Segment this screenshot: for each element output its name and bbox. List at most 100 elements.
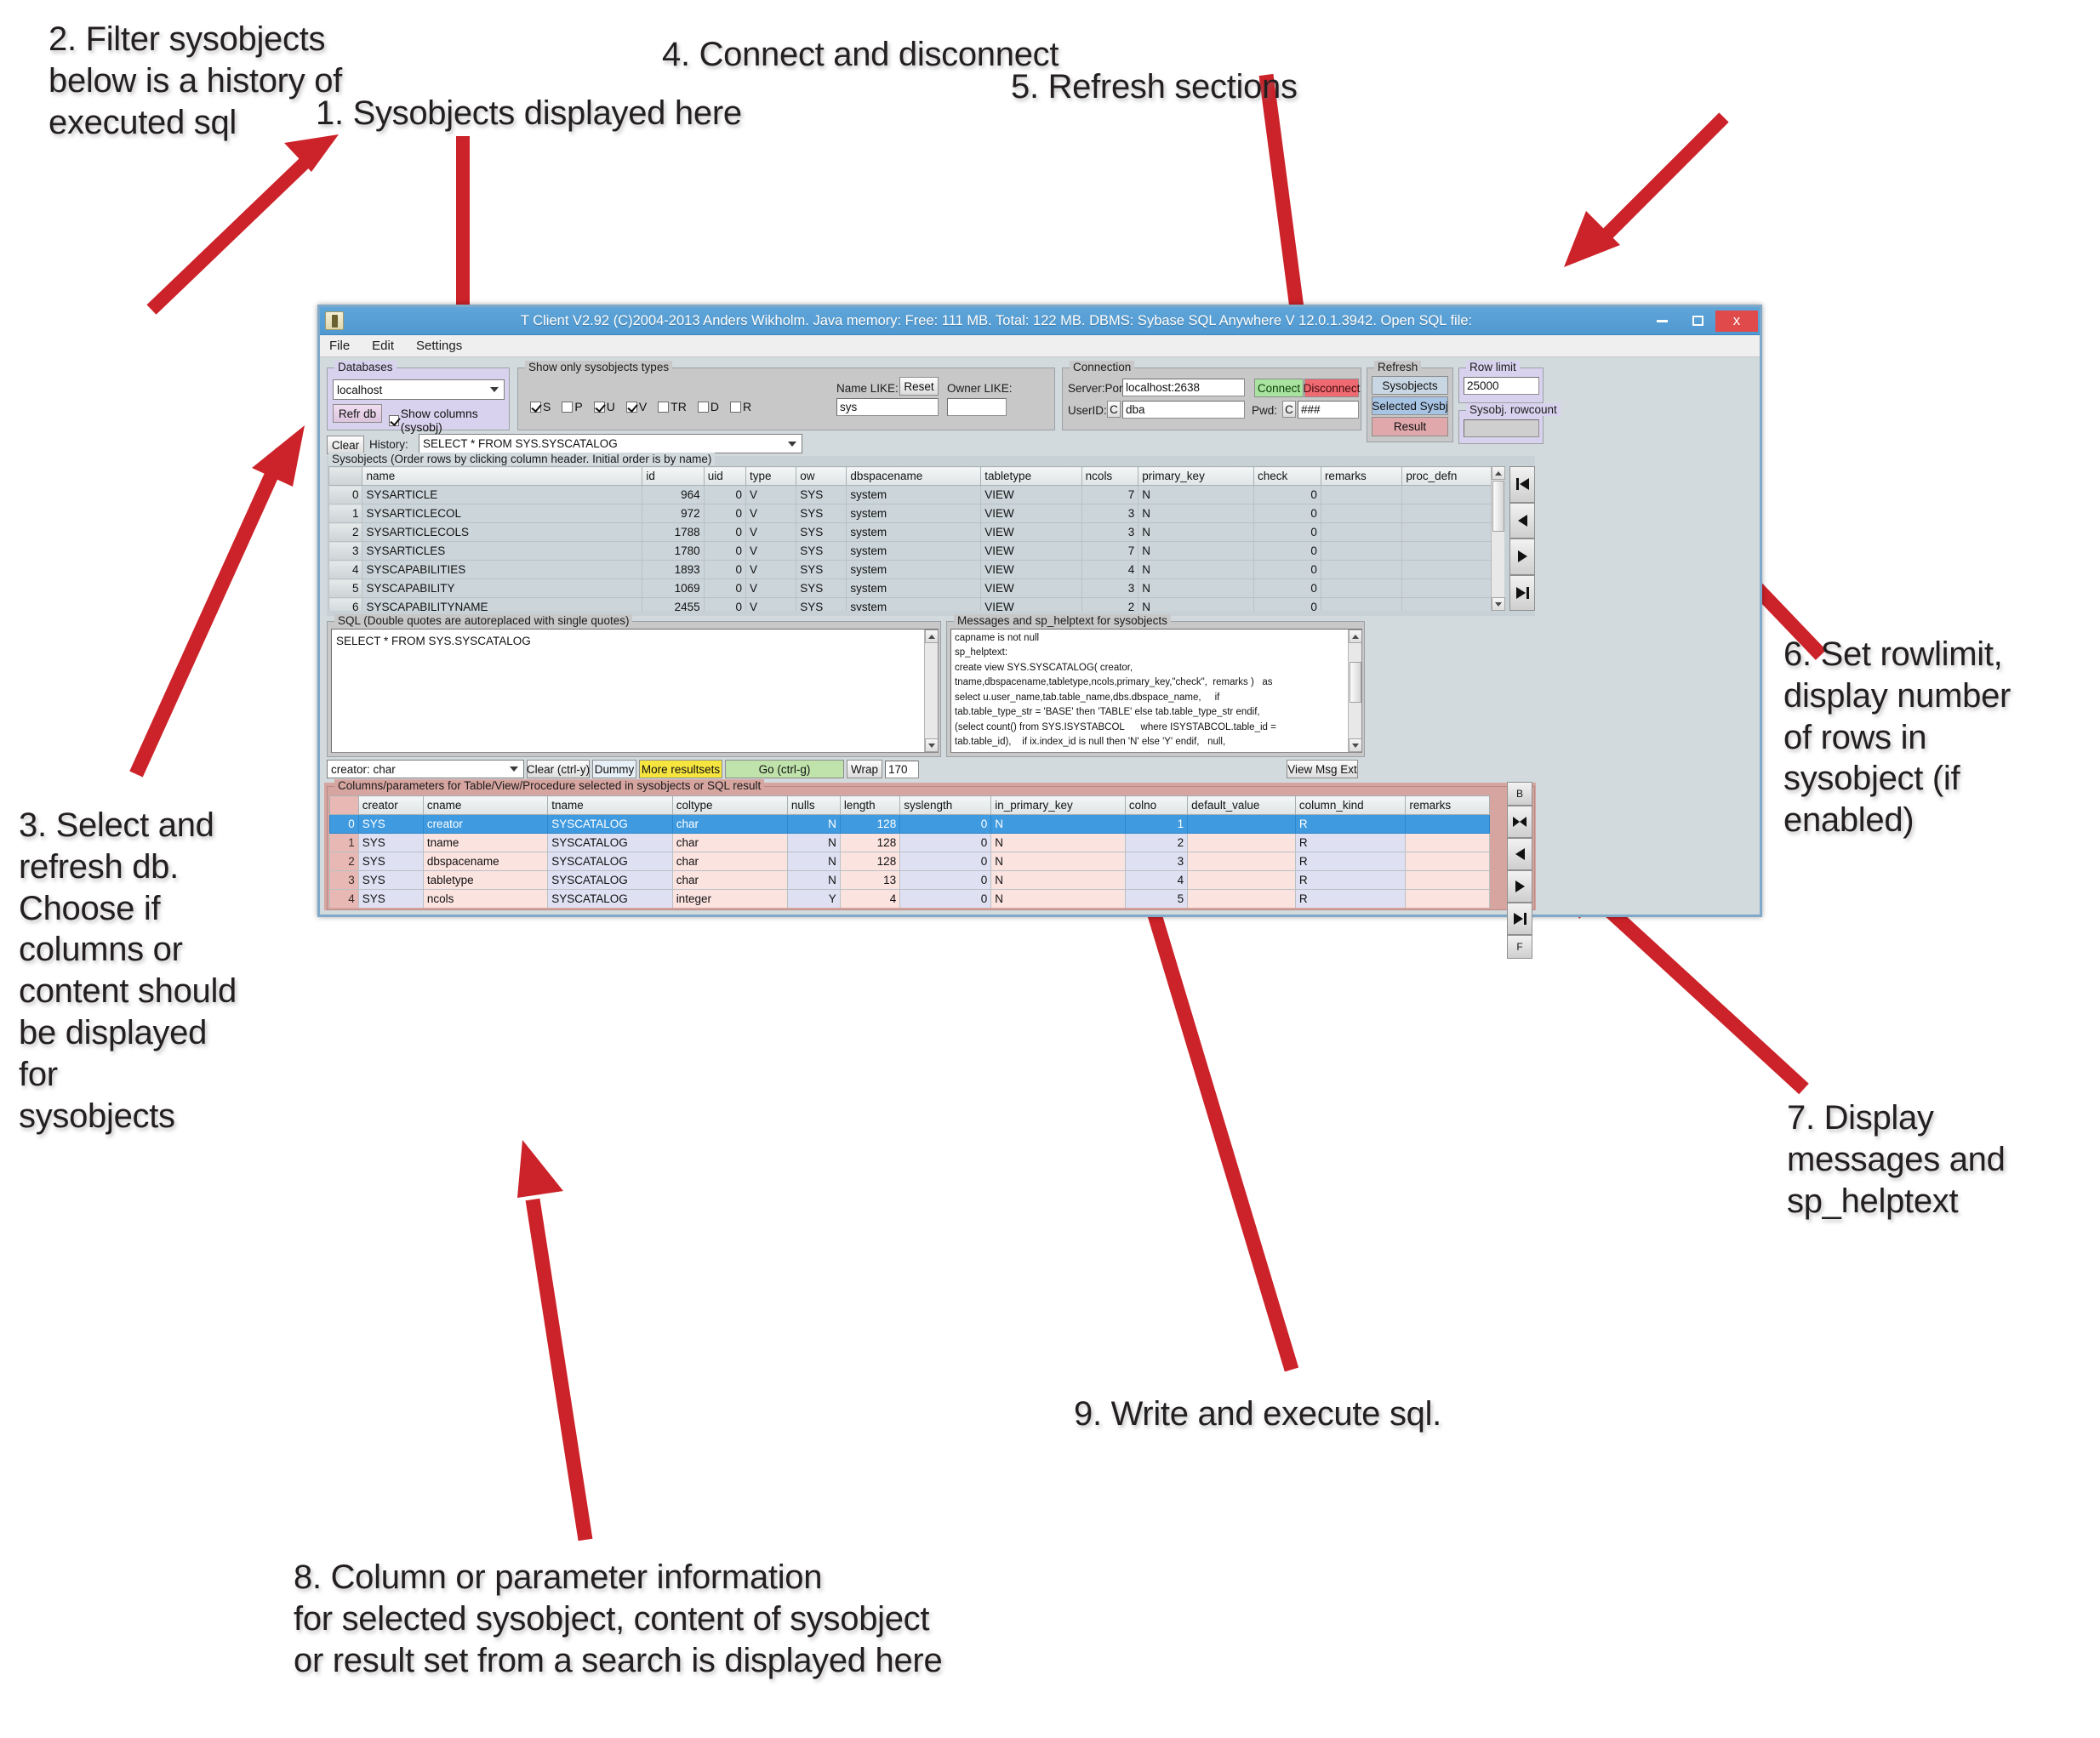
cell-creator[interactable]: SYS	[357, 814, 424, 834]
menu-file[interactable]: File	[327, 339, 352, 353]
table-row[interactable]: 3 SYS tabletype SYSCATALOG char N 13 0 N…	[329, 870, 1490, 890]
columns-col-cname[interactable]: cname	[422, 795, 549, 815]
nav-prev-button[interactable]	[1509, 502, 1535, 538]
sysobjects-col-dbspacename[interactable]: dbspacename	[846, 466, 982, 486]
dummy-button[interactable]: Dummy	[592, 760, 636, 778]
refresh-db-button[interactable]: Refr db	[333, 404, 382, 423]
nav-forward-button[interactable]: F	[1507, 935, 1532, 959]
sql-clear-button[interactable]: Clear (ctrl-y)	[527, 760, 590, 778]
sql-editor-text[interactable]: SELECT * FROM SYS.SYSCATALOG	[332, 630, 938, 653]
messages-panel[interactable]: capname is not null sp_helptext: create …	[950, 629, 1362, 753]
sysobjects-col-id[interactable]: id	[642, 466, 705, 486]
table-row[interactable]: 3 SYSARTICLES 1780 0 V SYS system VIEW 7…	[328, 541, 1499, 561]
columns-table[interactable]: creator cname tname coltype nulls length…	[329, 795, 1490, 908]
owner-like-input[interactable]	[947, 398, 1007, 416]
messages-vertical-scrollbar[interactable]	[1348, 630, 1361, 752]
userid-prefix-button[interactable]: C	[1107, 401, 1121, 418]
cell-name[interactable]: SYSARTICLE	[362, 485, 643, 504]
refresh-result-button[interactable]: Result	[1372, 417, 1448, 436]
table-row[interactable]: 1 SYS tname SYSCATALOG char N 128 0 N 2 …	[329, 833, 1490, 852]
sysobjects-col-procdefn[interactable]: proc_defn	[1401, 466, 1499, 486]
table-row-selected[interactable]: 0 SYS creator SYSCATALOG char N 128 0 N …	[329, 814, 1490, 834]
table-row[interactable]: 2 SYS dbspacename SYSCATALOG char N 128 …	[329, 852, 1490, 871]
columns-col-coltype[interactable]: coltype	[671, 795, 788, 815]
pwd-prefix-button[interactable]: C	[1282, 401, 1296, 418]
filter-checkbox-d[interactable]: D	[697, 400, 719, 413]
cell-name[interactable]: SYSARTICLECOLS	[362, 522, 643, 542]
nav-back-button[interactable]: B	[1507, 782, 1532, 806]
nav-collapse-button[interactable]	[1507, 806, 1532, 838]
sysobjects-col-uid[interactable]: uid	[703, 466, 747, 486]
columns-col-defaultvalue[interactable]: default_value	[1187, 795, 1296, 815]
scroll-up-button[interactable]	[1348, 630, 1361, 643]
history-select[interactable]: SELECT * FROM SYS.SYSCATALOG	[419, 434, 802, 453]
view-msg-ext-button[interactable]: View Msg Ext	[1287, 760, 1358, 778]
sysobjects-col-ncols[interactable]: ncols	[1081, 466, 1139, 486]
cell-name[interactable]: SYSCAPABILITIES	[362, 560, 643, 579]
sysobjects-col-remarks[interactable]: remarks	[1320, 466, 1403, 486]
go-button[interactable]: Go (ctrl-g)	[725, 760, 844, 778]
scroll-up-button[interactable]	[1491, 466, 1505, 480]
server-port-input[interactable]	[1122, 379, 1245, 396]
refresh-selected-sysobj-button[interactable]: Selected Sysbj	[1372, 396, 1448, 415]
filter-checkbox-u[interactable]: U	[593, 400, 615, 413]
nav-first-button[interactable]	[1509, 466, 1535, 503]
sysobjects-col-tabletype[interactable]: tabletype	[980, 466, 1082, 486]
table-row[interactable]: 4 SYSCAPABILITIES 1893 0 V SYS system VI…	[328, 560, 1499, 579]
cell-name[interactable]: SYSCAPABILITY	[362, 578, 643, 598]
clear-history-button[interactable]: Clear	[327, 436, 364, 454]
nav-last-button[interactable]	[1509, 574, 1535, 611]
columns-col-creator[interactable]: creator	[357, 795, 424, 815]
sql-vertical-scrollbar[interactable]	[924, 630, 938, 752]
filter-checkbox-tr[interactable]: TR	[658, 400, 687, 413]
sysobjects-vertical-scrollbar[interactable]	[1491, 466, 1505, 611]
table-row[interactable]: 1 SYSARTICLECOL 972 0 V SYS system VIEW …	[328, 504, 1499, 523]
cell-name[interactable]: SYSARTICLES	[362, 541, 643, 561]
scroll-down-button[interactable]	[1348, 738, 1361, 752]
sysobjects-col-ow[interactable]: ow	[796, 466, 847, 486]
maximize-button[interactable]	[1680, 311, 1715, 332]
connect-button[interactable]: Connect	[1254, 379, 1304, 397]
columns-col-inprimarykey[interactable]: in_primary_key	[990, 795, 1126, 815]
minimize-button[interactable]	[1644, 311, 1680, 332]
more-resultsets-button[interactable]: More resultsets	[639, 760, 722, 778]
nav-prev-button[interactable]	[1507, 838, 1532, 870]
columns-col-tname[interactable]: tname	[547, 795, 673, 815]
menu-settings[interactable]: Settings	[414, 339, 465, 353]
scroll-thumb[interactable]	[1492, 481, 1504, 532]
userid-input[interactable]	[1122, 401, 1245, 419]
wrap-button[interactable]: Wrap	[847, 760, 882, 778]
sysobjects-col-check[interactable]: check	[1253, 466, 1321, 486]
filter-checkbox-r[interactable]: R	[729, 400, 751, 413]
columns-col-colno[interactable]: colno	[1124, 795, 1189, 815]
show-columns-checkbox[interactable]: Show columns (sysobj)	[389, 407, 509, 434]
database-select[interactable]: localhost	[333, 379, 505, 400]
rowlimit-input[interactable]	[1464, 377, 1539, 395]
sysobjects-nav-buttons[interactable]	[1509, 466, 1535, 611]
sysobjects-col-primarykey[interactable]: primary_key	[1138, 466, 1255, 486]
columns-col-syslength[interactable]: syslength	[899, 795, 992, 815]
table-row[interactable]: 6 SYSCAPABILITYNAME 2455 0 V SYS system …	[328, 597, 1499, 611]
name-like-input[interactable]	[836, 398, 939, 416]
scroll-down-button[interactable]	[1491, 597, 1505, 611]
cell-name[interactable]: SYSCAPABILITYNAME	[362, 597, 643, 611]
scroll-up-button[interactable]	[924, 630, 938, 643]
disconnect-button[interactable]: Disconnect	[1304, 379, 1360, 397]
sysobjects-table[interactable]: name id uid type ow dbspacename tabletyp…	[328, 466, 1499, 611]
sysobjects-col-name[interactable]: name	[362, 466, 643, 486]
column-type-select[interactable]: creator: char	[327, 760, 524, 778]
sql-editor[interactable]: SELECT * FROM SYS.SYSCATALOG	[331, 629, 939, 753]
wrap-width-input[interactable]	[885, 760, 919, 778]
scroll-thumb[interactable]	[1349, 662, 1361, 703]
nav-next-button[interactable]	[1509, 538, 1535, 575]
reset-button[interactable]: Reset	[899, 377, 939, 396]
refresh-sysobjects-button[interactable]: Sysobjects	[1372, 376, 1448, 395]
nav-last-button[interactable]	[1507, 903, 1532, 935]
table-row[interactable]: 2 SYSARTICLECOLS 1788 0 V SYS system VIE…	[328, 522, 1499, 542]
columns-col-remarks[interactable]: remarks	[1405, 795, 1490, 815]
columns-col-columnkind[interactable]: column_kind	[1294, 795, 1407, 815]
scroll-down-button[interactable]	[924, 738, 938, 752]
close-button[interactable]: x	[1715, 310, 1758, 332]
columns-nav-buttons[interactable]: B F	[1507, 782, 1532, 994]
cell-name[interactable]: SYSARTICLECOL	[362, 504, 643, 523]
